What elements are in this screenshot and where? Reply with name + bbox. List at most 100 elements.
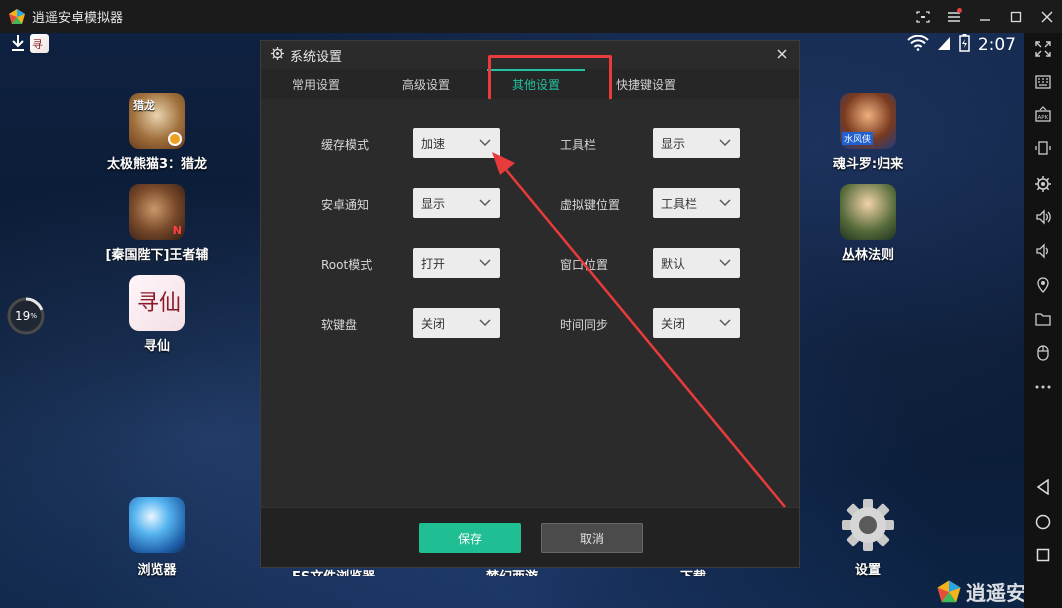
settings-icon[interactable] [1024,170,1062,198]
close-window-button[interactable] [1031,0,1062,33]
chevron-down-icon [719,259,731,266]
app-title: 逍遥安卓模拟器 [32,11,124,26]
soft-keyboard-label: 软键盘 [321,318,358,332]
svg-text:APK: APK [1038,115,1049,121]
title-bar: 逍遥安卓模拟器 [0,0,1062,33]
progress-percent: 19% [6,296,46,336]
status-bar: 2:07 [907,33,1016,57]
app-settings[interactable]: 设置 [813,497,923,578]
dialog-close-icon[interactable] [773,45,791,63]
app-xunxian[interactable]: 寻仙 寻仙 [102,275,212,354]
cleanup-progress-ring[interactable]: 19% [6,296,46,336]
download-notification-icon [10,34,26,52]
select-value: 打开 [421,256,446,271]
app-icon-caption: 寻仙 [137,291,182,316]
cancel-button[interactable]: 取消 [541,523,643,553]
watermark-logo-icon [937,579,961,602]
screen-mode-button[interactable] [907,0,938,33]
tab-advanced-settings[interactable]: 高级设置 [371,69,481,99]
app-badge-icon [168,132,182,146]
watermark: 逍遥安 [936,577,1026,606]
virtual-key-position-label: 虚拟键位置 [560,198,621,212]
time-sync-select[interactable]: 关闭 [653,308,740,338]
app-king-game[interactable]: N [秦国陛下]王者辅 [102,184,212,261]
dialog-title: 系统设置 [290,49,343,65]
apk-install-icon[interactable]: APK [1024,101,1062,129]
select-value: 工具栏 [661,196,698,211]
recents-icon[interactable] [1024,541,1062,569]
xunxian-game-icon: 寻仙 [129,275,185,331]
app-label: 丛林法则 [841,248,894,263]
select-value: 加速 [421,136,446,151]
watermark-text: 逍遥安 [966,581,1026,605]
dialog-gear-icon [271,46,284,64]
app-label: 寻仙 [143,339,170,354]
warrior-game-icon: N [129,184,185,240]
menu-button[interactable] [938,0,969,33]
app-label: 设置 [854,563,881,578]
maximize-button[interactable] [1000,0,1031,33]
settings-tabs: 常用设置 高级设置 其他设置 快捷键设置 [261,55,799,111]
chevron-down-icon [719,319,731,326]
cache-mode-select[interactable]: 加速 [413,128,500,158]
android-notification-select[interactable]: 显示 [413,188,500,218]
chevron-down-icon [719,199,731,206]
app-browser[interactable]: 浏览器 [102,497,212,578]
settings-body: 缓存模式 加速 安卓通知 显示 Root模式 打开 软键盘 关闭 工具栏 显示 … [261,99,799,507]
notification-dot [957,8,962,13]
soft-keyboard-select[interactable]: 关闭 [413,308,500,338]
app-panda-game[interactable]: 猎龙 太极熊猫3：猎龙 [102,93,212,172]
select-value: 关闭 [421,316,446,331]
app-icon-caption: N [172,224,182,237]
select-value: 显示 [421,196,446,211]
chevron-down-icon [479,259,491,266]
volume-up-icon[interactable] [1024,203,1062,231]
app-logo-icon [8,8,26,26]
chevron-down-icon [479,319,491,326]
rotate-icon[interactable] [1024,134,1062,162]
right-toolbar: APK [1024,33,1062,608]
app-icon-caption: 猎龙 [133,99,155,112]
window-position-label: 窗口位置 [560,258,609,272]
home-icon[interactable] [1024,508,1062,536]
app-label: [秦国陛下]王者辅 [105,248,209,261]
app-icon-caption: 水风侠 [842,132,874,145]
settings-gear-icon [840,497,896,553]
keyboard-icon[interactable] [1024,68,1062,96]
app-jungle[interactable]: 丛林法则 [813,184,923,263]
fullscreen-icon[interactable] [1024,35,1062,63]
app-label: 浏览器 [137,563,177,578]
dialog-footer: 保存 取消 [261,507,799,567]
battery-charging-icon [959,34,970,56]
root-mode-label: Root模式 [321,258,373,272]
volume-down-icon[interactable] [1024,237,1062,265]
browser-icon [129,497,185,553]
app-contra[interactable]: 水风侠 魂斗罗:归来 [813,93,923,172]
virtual-key-position-select[interactable]: 工具栏 [653,188,740,218]
notification-app-icon: 寻 [30,34,49,53]
cache-mode-label: 缓存模式 [321,138,370,152]
back-icon[interactable] [1024,473,1062,501]
location-icon[interactable] [1024,271,1062,299]
tab-common-settings[interactable]: 常用设置 [261,69,371,99]
folder-icon[interactable] [1024,305,1062,333]
root-mode-select[interactable]: 打开 [413,248,500,278]
select-value: 默认 [661,256,686,271]
jungle-game-icon [840,184,896,240]
chevron-down-icon [719,139,731,146]
more-icon[interactable] [1024,373,1062,401]
window-position-select[interactable]: 默认 [653,248,740,278]
wifi-icon [907,34,929,55]
select-value: 显示 [661,136,686,151]
save-button[interactable]: 保存 [419,523,521,553]
progress-value: 19 [15,309,31,323]
minimize-button[interactable] [969,0,1000,33]
mouse-icon[interactable] [1024,339,1062,367]
android-notification-label: 安卓通知 [321,198,370,212]
progress-unit: % [30,312,37,320]
chevron-down-icon [479,199,491,206]
contra-game-icon: 水风侠 [840,93,896,149]
svg-text:寻: 寻 [32,38,43,51]
signal-icon [937,35,951,55]
toolbar-select[interactable]: 显示 [653,128,740,158]
